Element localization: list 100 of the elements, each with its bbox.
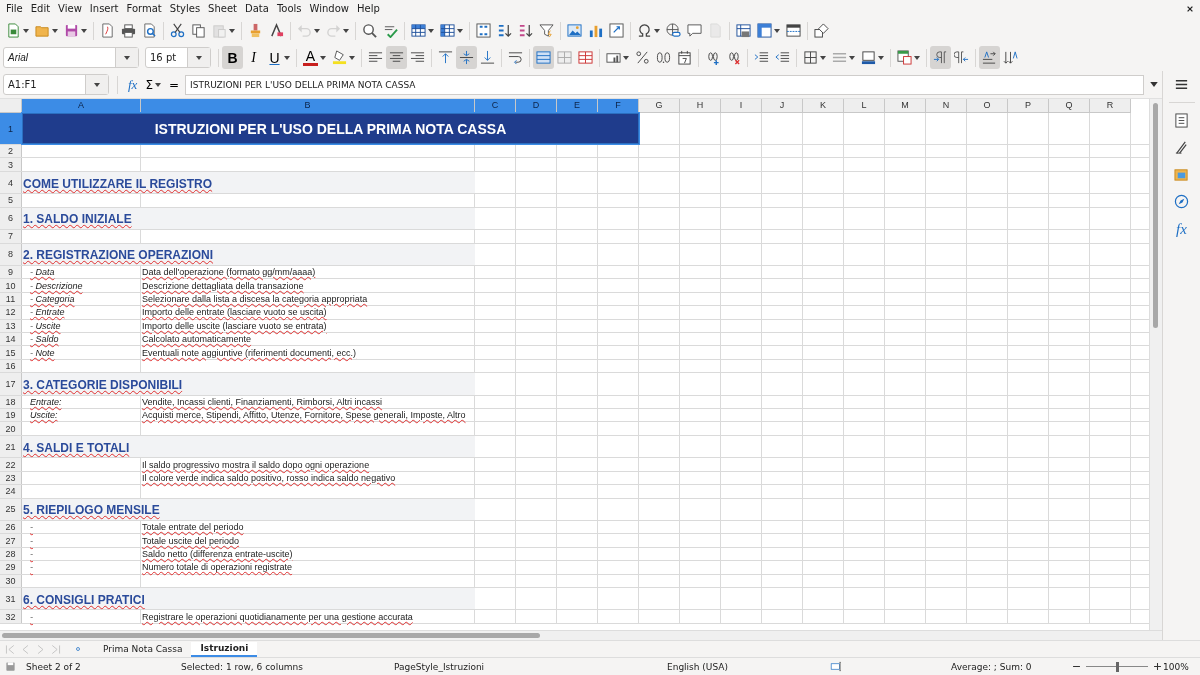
column-header[interactable]: C	[475, 99, 516, 113]
row-header[interactable]: 3	[0, 158, 22, 171]
toolbar-button[interactable]: A	[300, 46, 329, 69]
page-style: PageStyle_Istruzioni	[394, 661, 486, 672]
table-cell-text: Numero totale di operazioni registrate	[141, 561, 294, 574]
menu-item[interactable]: Edit	[26, 3, 55, 14]
font-size-field[interactable]: 16 pt	[145, 47, 211, 68]
sheet-tab[interactable]: Istruzioni	[191, 641, 258, 657]
font-name-field[interactable]: Arial	[3, 47, 139, 68]
row-header[interactable]: 20	[0, 422, 22, 435]
new-document-icon	[6, 23, 21, 38]
table-cell-text: - Descrizione	[29, 279, 84, 292]
column-header[interactable]: B	[141, 99, 475, 113]
menu-item[interactable]: Sheet	[204, 3, 242, 14]
row-header[interactable]: 22	[0, 458, 22, 471]
column-header[interactable]: L	[844, 99, 885, 113]
formula-button[interactable]: =	[167, 77, 182, 92]
styles-icon	[1174, 140, 1189, 155]
toolbar-button[interactable]	[930, 46, 951, 69]
row-header[interactable]: 31	[0, 588, 22, 610]
column-header[interactable]: E	[557, 99, 598, 113]
table-cell-text: Eventuali note aggiuntive (riferimenti documenti, ecc.)	[141, 346, 358, 359]
row-header[interactable]: 9	[0, 266, 22, 279]
row-header[interactable]: 26	[0, 521, 22, 534]
section-heading: 5. RIEPILOGO MENSILE	[22, 498, 475, 521]
column-header[interactable]: K	[803, 99, 844, 113]
close-icon[interactable]	[1186, 4, 1194, 13]
column-header[interactable]: I	[721, 99, 762, 113]
sheet-tab[interactable]: Prima Nota Cassa	[94, 641, 192, 657]
column-header[interactable]: A	[22, 99, 141, 113]
menu-item[interactable]: Styles	[165, 3, 205, 14]
zoom-slider[interactable]	[1086, 661, 1148, 672]
row-header[interactable]: 19	[0, 409, 22, 422]
vertical-scrollbar[interactable]	[1149, 99, 1162, 630]
row-header[interactable]: 10	[0, 279, 22, 292]
row-header[interactable]: 21	[0, 435, 22, 458]
row-header[interactable]: 27	[0, 534, 22, 547]
column-header[interactable]: P	[1008, 99, 1049, 113]
column-header[interactable]: G	[639, 99, 680, 113]
toolbar-button[interactable]	[386, 46, 407, 69]
column-header[interactable]: F	[598, 99, 639, 113]
row-header[interactable]: 17	[0, 373, 22, 395]
column-header[interactable]: D	[516, 99, 557, 113]
function-wizard-button[interactable]: fx	[126, 76, 140, 93]
table-cell-text: -	[29, 521, 34, 534]
toolbar-button[interactable]: I	[243, 46, 264, 69]
menu-item[interactable]: Insert	[85, 3, 123, 14]
column-header[interactable]: M	[885, 99, 926, 113]
row-header[interactable]: 7	[0, 230, 22, 243]
split-window-icon	[786, 23, 801, 38]
caret-icon	[820, 55, 826, 60]
row-header[interactable]: 4	[0, 171, 22, 194]
name-box[interactable]: A1:F1	[3, 74, 109, 95]
horizontal-scrollbar[interactable]	[0, 630, 1162, 640]
row-header[interactable]: 12	[0, 306, 22, 319]
selection-info: Selected: 1 row, 6 columns	[181, 661, 304, 672]
align-top-icon	[438, 50, 453, 65]
menu-item[interactable]: Data	[241, 3, 273, 14]
menu-item[interactable]: Help	[353, 3, 384, 14]
row-header[interactable]: 5	[0, 194, 22, 207]
row-header[interactable]: 15	[0, 346, 22, 359]
menu-item[interactable]: View	[54, 3, 86, 14]
merge-center-icon	[536, 50, 551, 65]
table-cell-text: Uscite:	[29, 409, 59, 422]
column-header[interactable]: O	[967, 99, 1008, 113]
toolbar-button[interactable]: B	[222, 46, 243, 69]
menu-item[interactable]: Format	[122, 3, 166, 14]
menu-item[interactable]: File	[2, 3, 27, 14]
formula-input[interactable]: ISTRUZIONI PER L'USO DELLA PRIMA NOTA CASSA	[185, 74, 1144, 95]
row-header[interactable]: 25	[0, 498, 22, 521]
row-header[interactable]: 1	[0, 113, 22, 144]
row-header[interactable]: 32	[0, 610, 22, 623]
folder-icon	[35, 23, 50, 38]
section-heading: COME UTILIZZARE IL REGISTRO	[22, 171, 475, 194]
toolbar-button[interactable]: U	[264, 46, 293, 69]
copy-icon	[191, 23, 206, 38]
menu-item[interactable]: Window	[305, 3, 353, 14]
column-header[interactable]: N	[926, 99, 967, 113]
column-header[interactable]: R	[1090, 99, 1131, 113]
toolbar-button[interactable]	[979, 46, 1000, 69]
column-header[interactable]: H	[680, 99, 721, 113]
column-header[interactable]: Q	[1049, 99, 1090, 113]
hyperlink-icon	[666, 23, 681, 38]
row-header[interactable]: 24	[0, 485, 22, 498]
toolbar-button[interactable]	[456, 46, 477, 69]
slider-thumb[interactable]	[1116, 661, 1119, 672]
row-header[interactable]: 29	[0, 561, 22, 574]
row-header[interactable]: 2	[0, 145, 22, 158]
functions-button[interactable]: fx	[1174, 219, 1189, 240]
zoom-in-icon[interactable]	[1152, 661, 1163, 672]
sum-button[interactable]: Σ	[143, 77, 163, 92]
column-header[interactable]: J	[762, 99, 803, 113]
row-header[interactable]: 14	[0, 333, 22, 346]
expand-icon[interactable]	[1150, 82, 1158, 87]
menu-item[interactable]: Tools	[272, 3, 306, 14]
row-header[interactable]: 8	[0, 243, 22, 266]
add-sheet-icon[interactable]	[74, 645, 82, 653]
sidebar-button[interactable]	[1172, 111, 1191, 130]
row-header[interactable]: 6	[0, 207, 22, 230]
conditional-format-icon	[897, 50, 912, 65]
